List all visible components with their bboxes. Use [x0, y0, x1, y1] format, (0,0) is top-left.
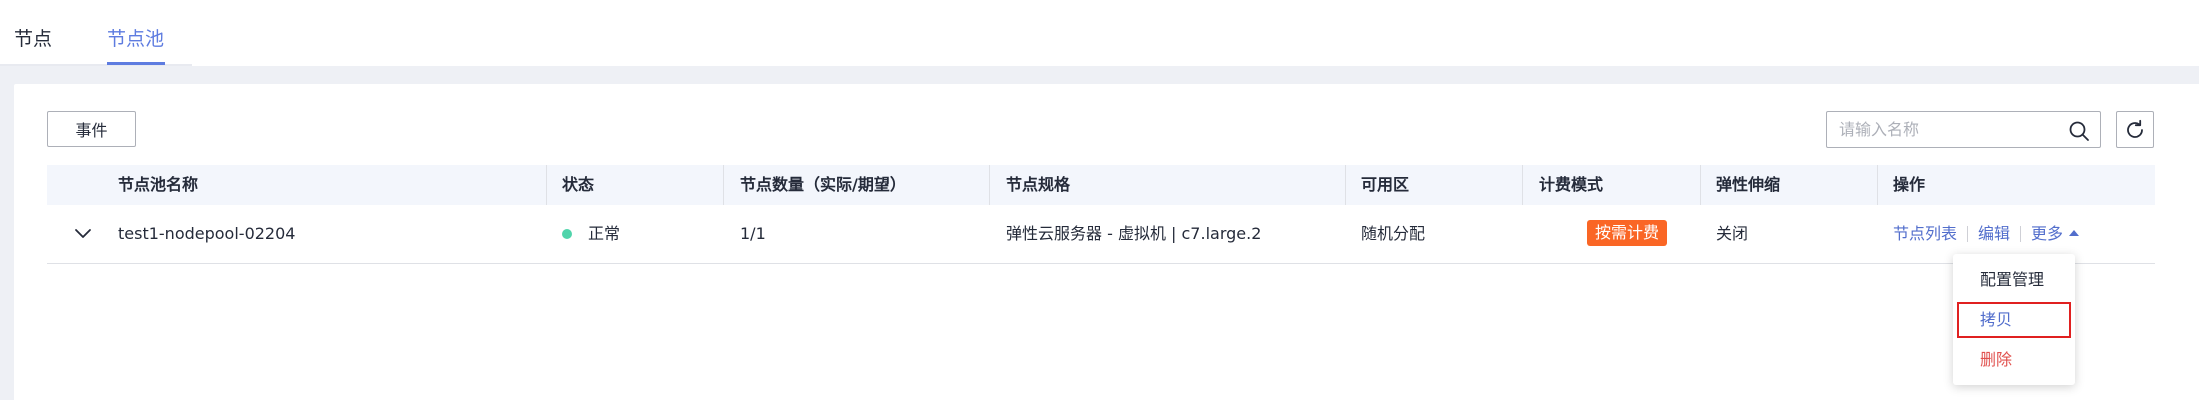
- refresh-button[interactable]: [2116, 111, 2154, 148]
- more-actions-menu: 配置管理 拷贝 删除: [1953, 254, 2075, 385]
- autoscaling-status: 关闭: [1716, 224, 1749, 243]
- tab-nodes[interactable]: 节点: [14, 24, 52, 51]
- tab-node-pools[interactable]: 节点池: [107, 24, 164, 51]
- action-divider: [1967, 225, 1969, 242]
- search-icon[interactable]: [2068, 120, 2090, 142]
- column-divider: [1877, 165, 1878, 205]
- node-spec: 弹性云服务器 - 虚拟机 | c7.large.2: [1006, 224, 1262, 243]
- menu-item-copy[interactable]: 拷贝: [1953, 302, 2075, 338]
- column-divider: [989, 165, 990, 205]
- column-header-billing[interactable]: 计费模式: [1539, 165, 1603, 205]
- column-header-actions: 操作: [1893, 175, 1926, 194]
- highlight-box: [1957, 302, 2071, 338]
- column-header-zone[interactable]: 可用区: [1361, 165, 1409, 205]
- menu-item-label: 配置管理: [1980, 270, 2045, 289]
- search-box: [1826, 111, 2101, 148]
- node-list-link[interactable]: 节点列表: [1893, 224, 1957, 243]
- more-label: 更多: [2031, 224, 2064, 243]
- action-divider: [2020, 225, 2022, 242]
- more-link[interactable]: 更多: [2031, 224, 2080, 243]
- column-divider: [723, 165, 724, 205]
- edit-link[interactable]: 编辑: [1978, 224, 2010, 243]
- chevron-down-icon[interactable]: [73, 224, 93, 244]
- menu-item-config-management[interactable]: 配置管理: [1953, 262, 2075, 298]
- menu-item-label: 删除: [1980, 350, 2013, 369]
- column-divider: [546, 165, 547, 205]
- status-cell: 正常: [562, 205, 620, 263]
- node-count: 1/1: [740, 224, 766, 243]
- column-header-status[interactable]: 状态: [562, 165, 594, 205]
- caret-up-icon: [2069, 229, 2080, 236]
- column-header-autoscaling[interactable]: 弹性伸缩: [1716, 165, 1780, 205]
- table-header: 节点池名称 状态 节点数量（实际/期望） 节点规格 可用区 计费模式 弹性伸缩 …: [47, 165, 2155, 205]
- column-header-spec[interactable]: 节点规格: [1006, 165, 1070, 205]
- status-dot-icon: [562, 228, 572, 239]
- column-divider: [1700, 165, 1701, 205]
- event-button[interactable]: 事件: [47, 111, 136, 147]
- status-text: 正常: [588, 224, 621, 243]
- billing-badge: 按需计费: [1587, 220, 1668, 246]
- column-divider: [1522, 165, 1523, 205]
- tab-bar: 节点 节点池: [0, 0, 2199, 66]
- nodepool-name: test1-nodepool-02204: [118, 224, 296, 243]
- column-header-name[interactable]: 节点池名称: [118, 165, 198, 205]
- availability-zone: 随机分配: [1361, 224, 1426, 243]
- column-header-node-count[interactable]: 节点数量（实际/期望）: [740, 165, 906, 205]
- refresh-icon: [2127, 119, 2143, 138]
- menu-item-delete[interactable]: 删除: [1953, 342, 2075, 378]
- active-tab-indicator: [107, 62, 165, 65]
- table-row: test1-nodepool-02204 正常 1/1 弹性云服务器 - 虚拟机…: [47, 205, 2155, 264]
- column-divider: [1345, 165, 1346, 205]
- search-input[interactable]: [1839, 112, 2064, 147]
- menu-item-label: 拷贝: [1980, 310, 2013, 329]
